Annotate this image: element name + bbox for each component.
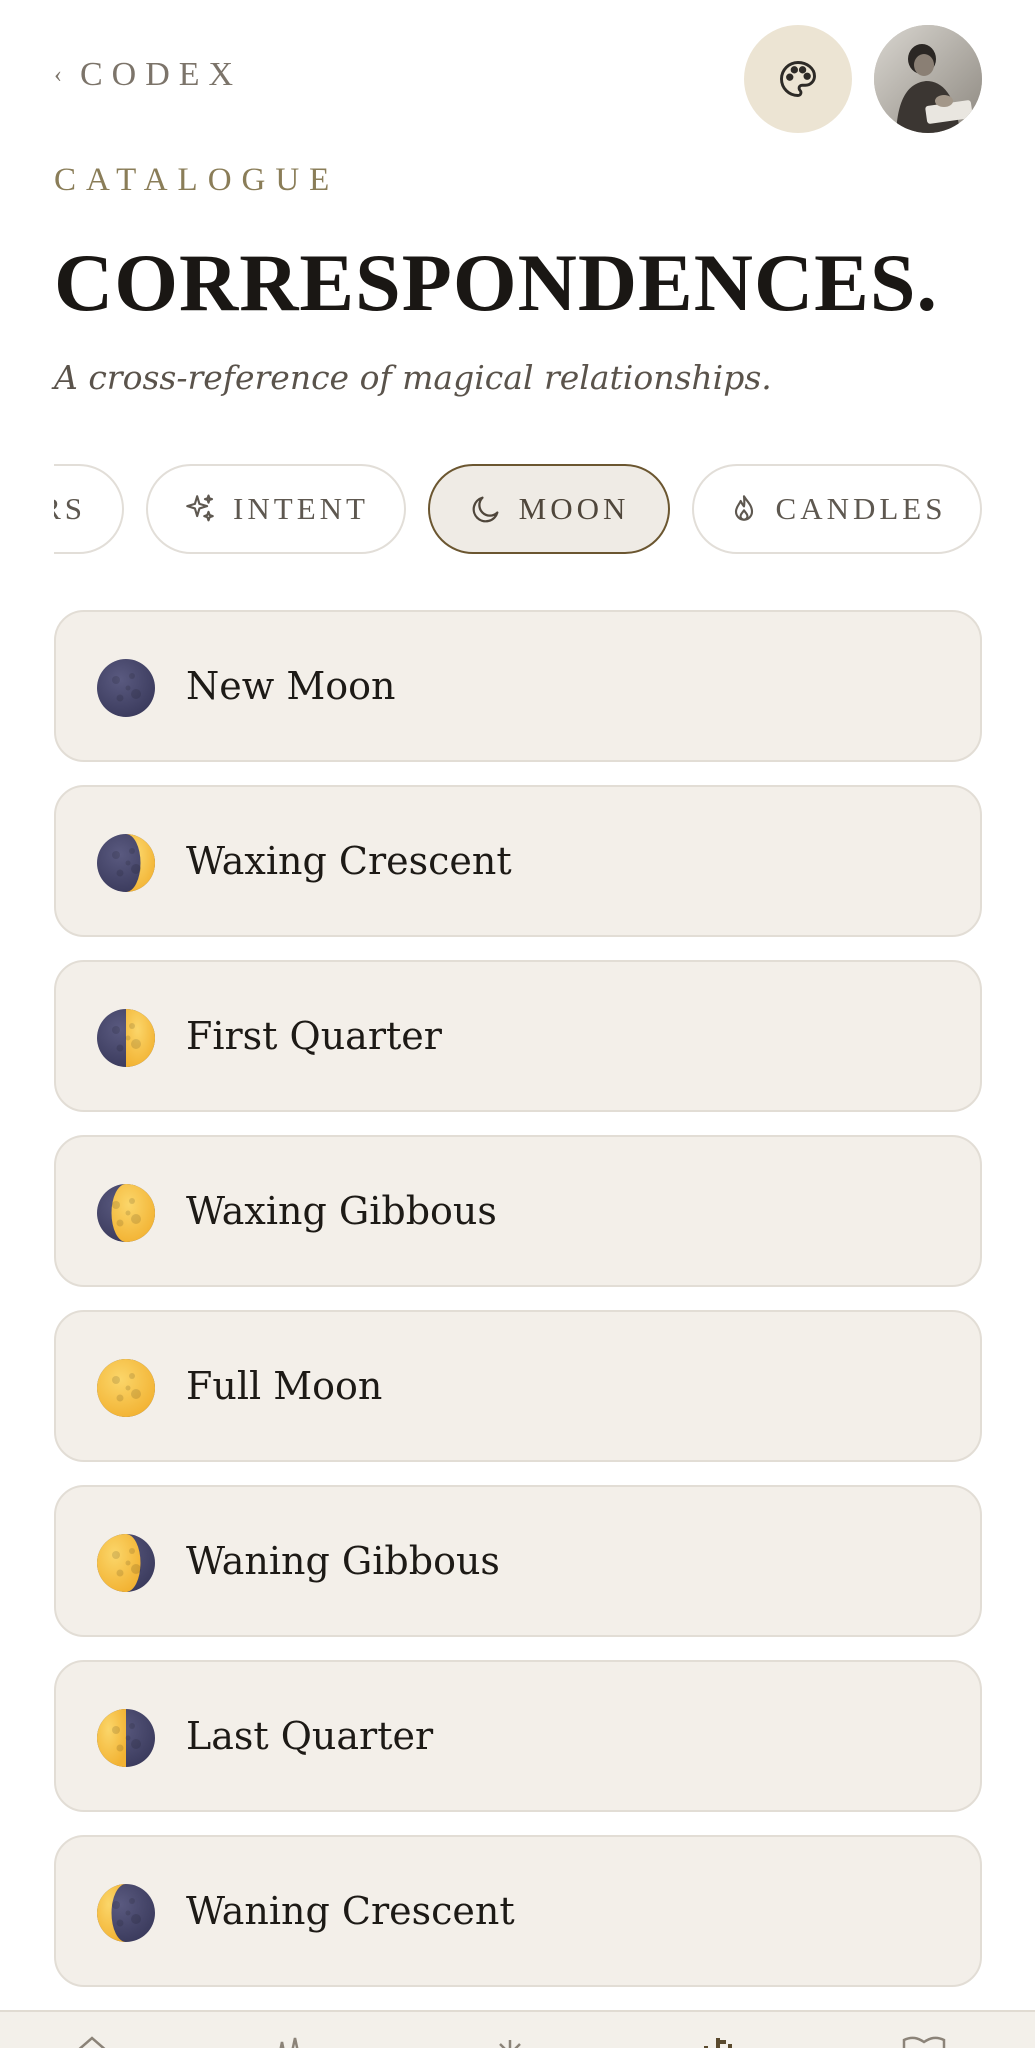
tab-label: RS [54,491,86,526]
moon-crater [112,1376,120,1384]
tab-candles[interactable]: CANDLES [692,464,982,554]
list-item-label: Waxing Gibbous [186,1189,497,1233]
moon-crater [129,1023,135,1029]
new-moon-icon [97,659,155,717]
list-item-label: Last Quarter [186,1714,434,1758]
section-eyebrow: CATALOGUE [54,162,340,198]
moon-crater [116,869,124,877]
tab-label: INTENT [233,491,369,526]
moon-crater [112,1551,120,1559]
waning-gibbous-icon [97,1534,155,1592]
list-item-label: Waxing Crescent [186,839,512,883]
profile-avatar[interactable] [874,25,982,133]
sparkles-icon [186,494,214,522]
list-item-last-quarter[interactable]: Last Quarter [54,1660,982,1812]
moon-crater [131,1039,141,1049]
waxing-crescent-icon [97,834,155,892]
tab-moon[interactable]: MOON [428,464,670,554]
moon-crater [116,1219,124,1227]
list-item-full-moon[interactable]: Full Moon [54,1310,982,1462]
moon-crater [129,673,135,679]
tab-label: MOON [518,491,630,526]
moon-crater [116,1394,124,1402]
moon-crater [116,1919,124,1927]
moon-lit-area [97,1709,126,1767]
moon-crater [125,1035,131,1041]
moon-crater [131,689,141,699]
avatar-photo [874,25,982,133]
list-item-waxing-crescent[interactable]: Waxing Crescent [54,785,982,937]
list-item-first-quarter[interactable]: First Quarter [54,960,982,1112]
moon-crater [129,848,135,854]
first-quarter-icon [97,1009,155,1067]
waxing-gibbous-icon [97,1184,155,1242]
sun-icon[interactable] [484,2032,536,2048]
list-item-waning-gibbous[interactable]: Waning Gibbous [54,1485,982,1637]
moon-crater [125,1210,131,1216]
page-title: CORRESPONDENCES. [54,237,938,328]
moon-crater [116,1569,124,1577]
chart-icon[interactable] [692,2032,744,2048]
list-item-label: Full Moon [186,1364,383,1408]
moon-crater [125,1735,131,1741]
moon-crater [125,1385,131,1391]
back-label: CODEX [80,56,243,93]
moon-crater [131,864,141,874]
moon-crater [112,1026,120,1034]
list-item-waxing-gibbous[interactable]: Waxing Gibbous [54,1135,982,1287]
chevron-left-icon: ‹ [54,61,62,88]
top-bar: ‹ CODEX [0,0,1035,160]
moon-crater [116,1044,124,1052]
moon-crater [125,860,131,866]
moon-crater [129,1373,135,1379]
moon-crater [131,1564,141,1574]
moon-lit-area [97,1534,141,1592]
moon-lit-area [111,1184,155,1242]
last-quarter-icon [97,1709,155,1767]
page-subtitle: A cross-reference of magical relationshi… [54,358,772,397]
moon-crater [129,1198,135,1204]
palette-icon [780,61,816,97]
tab-label: CANDLES [775,491,947,526]
moon-crater [112,1726,120,1734]
moon-crater [131,1389,141,1399]
moon-crater [129,1548,135,1554]
home-icon[interactable] [66,2032,118,2048]
tab-intent[interactable]: INTENT [146,464,406,554]
sparkles-icon[interactable] [262,2032,314,2048]
moon-crater [112,851,120,859]
list-item-new-moon[interactable]: New Moon [54,610,982,762]
moon-crater [129,1723,135,1729]
bottom-navigation [0,2010,1035,2048]
crescent-moon-icon [472,496,499,523]
moon-crater [131,1914,141,1924]
moon-crater [116,1744,124,1752]
list-item-label: First Quarter [186,1014,442,1058]
theme-palette-button[interactable] [744,25,852,133]
moon-crater [125,1910,131,1916]
moon-crater [112,676,120,684]
back-button[interactable]: ‹ CODEX [54,56,242,94]
waning-crescent-icon [97,1884,155,1942]
list-item-label: Waning Gibbous [186,1539,500,1583]
full-moon-icon [97,1359,155,1417]
moon-crater [131,1214,141,1224]
moon-crater [125,1560,131,1566]
moon-crater [112,1901,120,1909]
book-icon[interactable] [898,2032,950,2048]
list-item-label: Waning Crescent [186,1889,515,1933]
list-item-waning-crescent[interactable]: Waning Crescent [54,1835,982,1987]
category-tabs: RS INTENT MOON CANDLES [54,462,982,556]
moon-crater [129,1898,135,1904]
moon-crater [125,685,131,691]
flame-icon [734,495,753,521]
moon-crater [131,1739,141,1749]
tab-partial[interactable]: RS [54,464,124,554]
moon-crater [112,1201,120,1209]
moon-crater [116,694,124,702]
list-item-label: New Moon [186,664,396,708]
